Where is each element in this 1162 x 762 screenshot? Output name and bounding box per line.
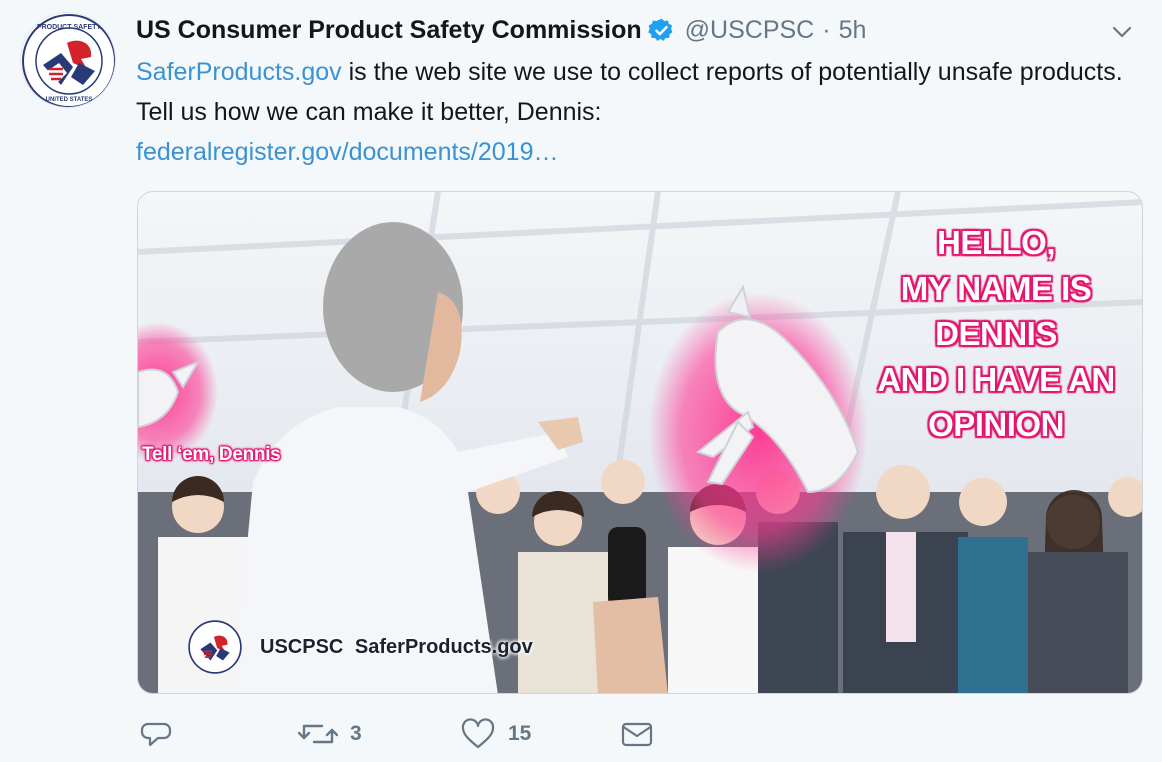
tweet-text: SaferProducts.gov is the web site we use… — [136, 52, 1146, 172]
heart-icon — [461, 718, 495, 749]
hello-dennis-headline: HELLO, MY NAME IS DENNIS AND I HAVE AN O… — [838, 220, 1142, 448]
reply-button[interactable] — [140, 718, 172, 750]
headline-line: OPINION — [928, 406, 1064, 443]
avatar[interactable]: PRODUCT SAFETY UNITED STATES — [20, 12, 116, 108]
envelope-icon — [621, 722, 653, 747]
brand-site: SaferProducts.gov — [354, 635, 533, 658]
verified-badge-icon — [647, 17, 675, 44]
like-count: 15 — [508, 722, 532, 745]
retweet-icon — [298, 724, 338, 744]
like-button[interactable]: 15 — [460, 718, 531, 750]
tweet-actions: 3 15 — [136, 718, 836, 762]
federal-register-link[interactable]: federalregister.gov/documents/2019… — [136, 138, 558, 166]
cpsc-seal-icon: PRODUCT SAFETY UNITED STATES — [22, 14, 115, 107]
tweet-image[interactable]: HELLO, MY NAME IS DENNIS AND I HAVE AN O… — [137, 191, 1143, 694]
headline-line: HELLO, — [937, 224, 1056, 261]
separator-dot: · — [822, 15, 831, 44]
brand-handle: USCPSC — [260, 635, 344, 658]
svg-text:UNITED STATES: UNITED STATES — [46, 97, 93, 103]
tweet-timestamp[interactable]: 5h — [839, 16, 867, 45]
brand-watermark: USCPSC SaferProducts.gov — [188, 620, 533, 674]
retweet-button[interactable]: 3 — [298, 718, 362, 750]
headline-line: DENNIS — [935, 315, 1057, 352]
saferproducts-link[interactable]: SaferProducts.gov — [136, 58, 342, 86]
more-options-chevron-down-icon[interactable] — [1108, 18, 1136, 46]
reply-icon — [140, 722, 172, 747]
headline-line: AND I HAVE AN — [877, 360, 1115, 398]
direct-message-button[interactable] — [620, 718, 654, 750]
tell-em-caption: Tell ‘em, Dennis — [142, 444, 281, 465]
author-handle[interactable]: @USCPSC — [685, 16, 815, 45]
brand-text: USCPSC SaferProducts.gov — [260, 636, 533, 659]
tweet: PRODUCT SAFETY UNITED STATES US Consumer… — [0, 0, 1162, 760]
headline-line: MY NAME IS — [900, 269, 1092, 307]
tweet-header: US Consumer Product Safety Commission @U… — [136, 10, 866, 50]
retweet-count: 3 — [350, 722, 362, 745]
author-name[interactable]: US Consumer Product Safety Commission — [136, 16, 642, 45]
cpsc-seal-icon — [188, 620, 242, 674]
svg-text:PRODUCT SAFETY: PRODUCT SAFETY — [37, 24, 102, 31]
